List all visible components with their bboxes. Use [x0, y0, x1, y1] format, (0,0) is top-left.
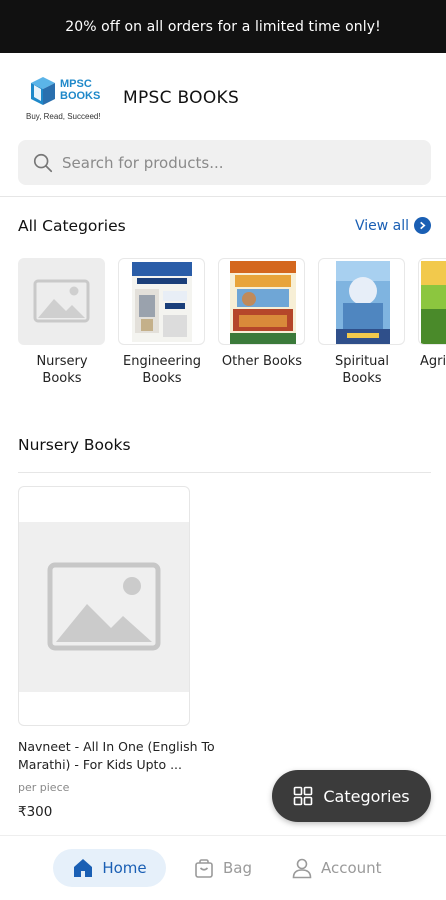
product-unit: per piece [18, 781, 70, 794]
image-placeholder-icon [33, 279, 90, 323]
category-engineering-books[interactable]: Engineering Books [118, 258, 206, 387]
chevron-right-icon [414, 217, 431, 234]
bag-icon [195, 859, 213, 878]
category-label: Spiritual Books [335, 354, 389, 386]
category-spiritual-books[interactable]: Spiritual Books [318, 258, 406, 387]
image-placeholder-icon [47, 562, 161, 651]
bottom-navigation: Home Bag Account [0, 835, 446, 900]
product-name[interactable]: Navneet - All In One (English To Marathi… [18, 738, 228, 774]
book-cover-engineering [132, 262, 192, 342]
category-carousel[interactable]: Nursery Books Engineering Books Other Bo… [18, 258, 446, 398]
grid-icon [294, 786, 313, 806]
product-price: ₹300 [18, 804, 53, 820]
category-label: Agri B [418, 353, 446, 370]
view-all-label: View all [354, 217, 409, 234]
categories-fab-button[interactable]: Categories [272, 770, 431, 822]
search-icon [33, 153, 53, 172]
category-thumbnail [18, 258, 105, 345]
category-other-books[interactable]: Other Books [218, 258, 306, 370]
logo-tagline: Buy, Read, Succeed! [26, 112, 101, 121]
nursery-books-heading: Nursery Books [18, 436, 131, 454]
product-image [19, 522, 189, 692]
book-cover-spiritual [336, 261, 390, 344]
categories-heading: All Categories [18, 217, 126, 235]
category-label: Nursery Books [36, 354, 88, 386]
nav-account-label: Account [321, 859, 382, 877]
book-cube-icon [31, 77, 55, 105]
category-label-text: Agri B [420, 354, 446, 369]
category-thumbnail [318, 258, 405, 345]
book-cover-agri [421, 261, 446, 344]
category-thumbnail [218, 258, 305, 345]
book-cover-other [230, 261, 296, 344]
category-agri-books[interactable]: Agri B [418, 258, 446, 370]
category-label: Other Books [221, 354, 303, 369]
promo-banner: 20% off on all orders for a limited time… [0, 0, 446, 53]
brand-logo[interactable]: MPSC BOOKS Buy, Read, Succeed! [24, 74, 112, 126]
brand-name: MPSC BOOKS [123, 88, 240, 108]
search-input[interactable] [62, 153, 402, 172]
view-all-link[interactable]: View all [355, 217, 431, 234]
app-header: MPSC BOOKS Buy, Read, Succeed! MPSC BOOK… [0, 66, 446, 134]
logo-text-mpsc: MPSC [60, 78, 92, 90]
user-icon [292, 858, 312, 879]
product-card[interactable] [18, 486, 190, 726]
category-label: Engineering Books [123, 354, 201, 386]
category-nursery-books[interactable]: Nursery Books [18, 258, 106, 387]
home-icon [74, 859, 93, 877]
nav-home[interactable]: Home [53, 849, 166, 887]
category-thumbnail [418, 258, 446, 345]
divider [0, 196, 446, 197]
nav-account[interactable]: Account [291, 849, 382, 887]
category-thumbnail [118, 258, 205, 345]
logo-text-books: BOOKS [60, 90, 101, 102]
categories-fab-label: Categories [323, 786, 410, 806]
promo-banner-text: 20% off on all orders for a limited time… [65, 18, 381, 35]
nav-home-label: Home [102, 859, 147, 877]
nav-bag-label: Bag [223, 859, 253, 877]
divider [18, 472, 431, 473]
nav-bag[interactable]: Bag [193, 849, 252, 887]
search-bar[interactable] [18, 140, 431, 185]
